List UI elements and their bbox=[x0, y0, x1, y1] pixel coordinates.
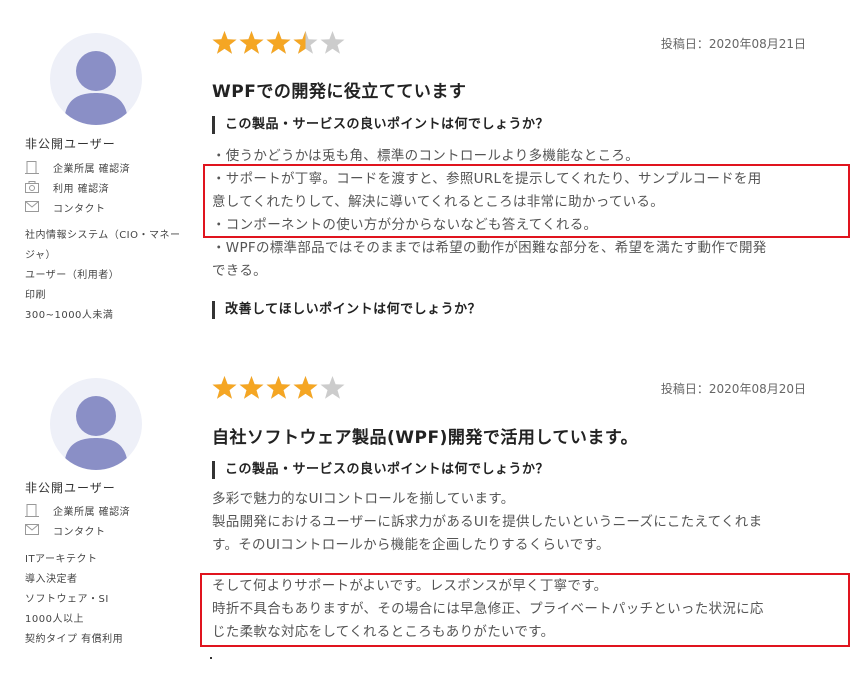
star-icon bbox=[212, 31, 237, 54]
good-points-heading: この製品・サービスの良いポイントは何でしょうか？ bbox=[212, 116, 549, 134]
badge-usage-verified: 利用 確認済 bbox=[25, 177, 130, 197]
body-line: 製品開発におけるユーザーに訴求力があるUIを提供したいというニーズにこたえてくれ… bbox=[212, 514, 763, 530]
user-silhouette-icon bbox=[64, 51, 128, 125]
envelope-icon bbox=[25, 524, 39, 536]
user-silhouette-icon bbox=[64, 396, 128, 470]
post-date: 投稿日：2020年08月21日 bbox=[660, 37, 806, 51]
camera-icon bbox=[25, 181, 39, 193]
avatar bbox=[50, 33, 142, 125]
body-line: ・WPFの標準部品ではそのままでは希望の動作が困難な部分を、希望を満たす動作で開… bbox=[212, 240, 767, 256]
body-line: す。そのUIコントロールから機能を企画したりするくらいです。 bbox=[212, 537, 610, 553]
meta-line: 社内情報システム（CIO・マネー bbox=[25, 230, 181, 241]
meta-line: ユーザー（利用者） bbox=[25, 270, 120, 281]
body-line: できる。 bbox=[212, 263, 267, 279]
star-icon bbox=[293, 376, 318, 399]
star-icon bbox=[239, 31, 264, 54]
star-icon bbox=[239, 376, 264, 399]
user-meta: ITアーキテクト 導入決定者 ソフトウェア・SI 1000人以上 契約タイプ 有… bbox=[25, 550, 195, 650]
meta-line: 契約タイプ 有償利用 bbox=[25, 634, 124, 645]
body-line: 多彩で魅力的なUIコントロールを揃しています。 bbox=[212, 491, 515, 507]
star-icon bbox=[320, 31, 345, 54]
meta-line: ITアーキテクト bbox=[25, 554, 98, 565]
meta-line: 導入決定者 bbox=[25, 574, 78, 585]
star-rating bbox=[211, 30, 346, 55]
highlight-box bbox=[203, 164, 850, 238]
badge-company-verified: 企業所属 確認済 bbox=[25, 500, 130, 520]
meta-line: 300~1000人未満 bbox=[25, 310, 114, 321]
user-name: 非公開ユーザー bbox=[25, 137, 116, 151]
meta-line: ジャ） bbox=[25, 250, 56, 261]
verification-badges: 企業所属 確認済 コンタクト bbox=[25, 500, 130, 540]
envelope-icon bbox=[25, 201, 39, 213]
verification-badges: 企業所属 確認済 利用 確認済 コンタクト bbox=[25, 157, 130, 217]
badge-company-verified: 企業所属 確認済 bbox=[25, 157, 130, 177]
meta-line: 印刷 bbox=[25, 290, 46, 301]
badge-contact[interactable]: コンタクト bbox=[25, 520, 130, 540]
user-meta: 社内情報システム（CIO・マネー ジャ） ユーザー（利用者） 印刷 300~10… bbox=[25, 226, 195, 326]
review-card: 非公開ユーザー 企業所属 確認済 利用 確認済 コンタクト 社内情報システム（C… bbox=[0, 0, 858, 345]
good-points-heading: この製品・サービスの良いポイントは何でしょうか？ bbox=[212, 461, 549, 479]
user-name: 非公開ユーザー bbox=[25, 481, 116, 495]
improvement-points-heading: 改善してほしいポイントは何でしょうか？ bbox=[212, 301, 481, 319]
star-icon bbox=[266, 31, 291, 54]
avatar bbox=[50, 378, 142, 470]
meta-line: ソフトウェア・SI bbox=[25, 594, 109, 605]
building-icon bbox=[25, 504, 39, 517]
stray-dot bbox=[210, 657, 212, 659]
review-body: 多彩で魅力的なUIコントロールを揃しています。 製品開発におけるユーザーに訴求力… bbox=[212, 488, 812, 557]
review-title[interactable]: 自社ソフトウェア製品(WPF)開発で活用しています。 bbox=[212, 423, 638, 448]
review-title[interactable]: WPFでの開発に役立てています bbox=[212, 77, 466, 102]
building-icon bbox=[25, 161, 39, 174]
review-card: 非公開ユーザー 企業所属 確認済 コンタクト ITアーキテクト 導入決定者 ソフ… bbox=[0, 345, 858, 683]
star-icon bbox=[293, 31, 318, 54]
star-icon bbox=[266, 376, 291, 399]
star-icon bbox=[212, 376, 237, 399]
star-icon bbox=[320, 376, 345, 399]
star-rating bbox=[211, 375, 346, 400]
meta-line: 1000人以上 bbox=[25, 614, 84, 625]
highlight-box bbox=[200, 573, 850, 647]
post-date: 投稿日：2020年08月20日 bbox=[660, 382, 806, 396]
badge-contact[interactable]: コンタクト bbox=[25, 197, 130, 217]
